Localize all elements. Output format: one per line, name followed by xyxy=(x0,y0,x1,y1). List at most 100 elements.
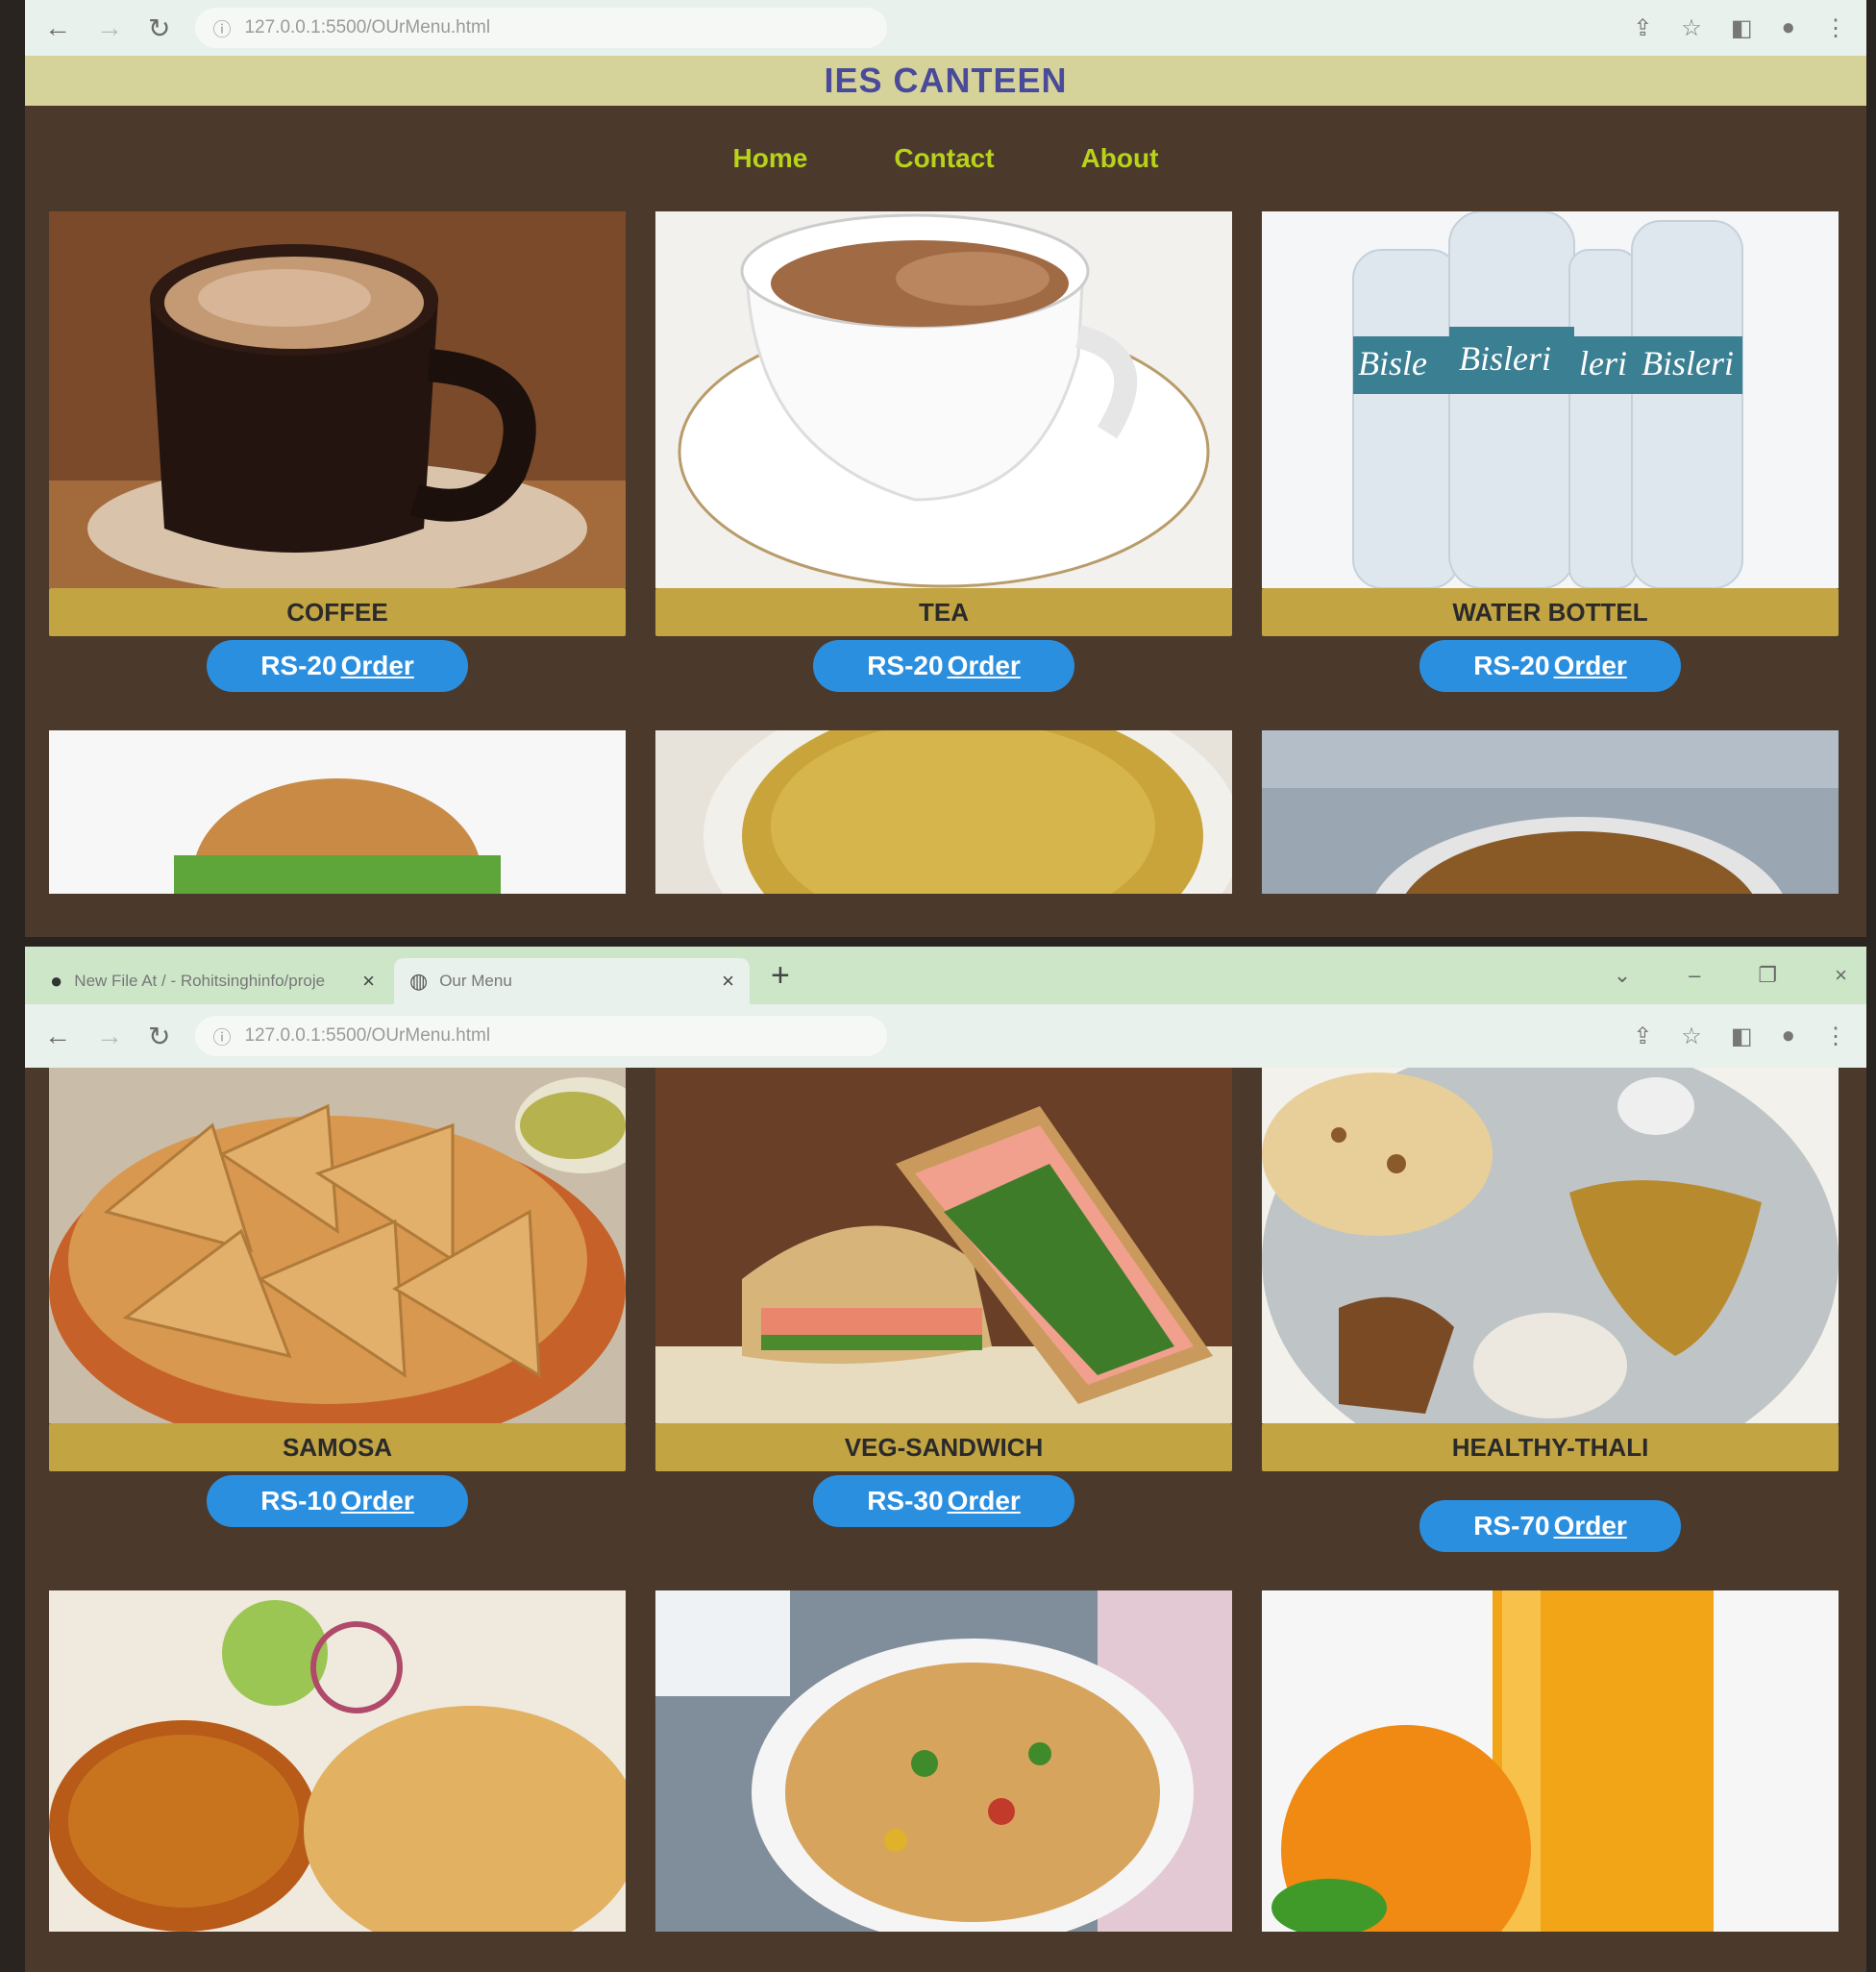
order-button-coffee[interactable]: RS-20 Order xyxy=(207,640,468,692)
new-tab-icon[interactable]: + xyxy=(771,957,790,995)
share-icon[interactable]: ⇪ xyxy=(1633,14,1652,42)
orange-juice-image xyxy=(1262,1590,1839,1932)
nav-bar: Home Contact About xyxy=(25,106,1866,211)
tea-cup-image xyxy=(655,211,1232,588)
chowmein-image xyxy=(1262,730,1839,894)
noodles-image xyxy=(655,730,1232,894)
menu-card-chole-bhature xyxy=(49,1590,626,1932)
menu-icon[interactable]: ⋮ xyxy=(1824,1023,1847,1050)
address-toolbar: ← → ↻ ⓘ 127.0.0.1:5500/OUrMenu.html ⇪ ☆ … xyxy=(25,0,1866,56)
menu-card-samosa: SAMOSA RS-10 Order xyxy=(49,1068,626,1552)
address-text: 127.0.0.1:5500/OUrMenu.html xyxy=(244,1025,491,1046)
sidepanel-icon[interactable]: ◧ xyxy=(1731,14,1753,42)
maximize-icon[interactable]: ❐ xyxy=(1758,963,1777,988)
order-link[interactable]: Order xyxy=(948,651,1021,681)
close-window-icon[interactable]: × xyxy=(1835,963,1847,988)
nav-about-link[interactable]: About xyxy=(1081,143,1159,174)
tab-strip: ● New File At / - Rohitsinghinfo/proje ×… xyxy=(25,947,1866,1004)
reload-icon[interactable]: ↻ xyxy=(148,1021,170,1052)
minimize-icon[interactable]: – xyxy=(1689,963,1700,988)
price-text: RS-20 xyxy=(1473,651,1550,680)
order-link[interactable]: Order xyxy=(948,1486,1021,1516)
close-tab-icon[interactable]: × xyxy=(722,969,734,994)
item-name-label: WATER BOTTEL xyxy=(1262,588,1839,636)
order-link[interactable]: Order xyxy=(1554,1511,1627,1541)
svg-text:leri: leri xyxy=(1579,344,1627,382)
back-icon[interactable]: ← xyxy=(44,12,71,43)
menu-icon[interactable]: ⋮ xyxy=(1824,14,1847,42)
order-link[interactable]: Order xyxy=(1554,651,1627,681)
menu-card-coffee: COFFEE RS-20 Order xyxy=(49,211,626,692)
coffee-cup-image xyxy=(49,211,626,588)
sidepanel-icon[interactable]: ◧ xyxy=(1731,1023,1753,1050)
tab-label: New File At / - Rohitsinghinfo/proje xyxy=(74,972,326,990)
svg-text:Bisleri: Bisleri xyxy=(1642,344,1734,382)
samosa-image xyxy=(49,1068,626,1423)
price-text: RS-70 xyxy=(1473,1511,1550,1541)
tab-github[interactable]: ● New File At / - Rohitsinghinfo/proje × xyxy=(35,958,390,1004)
menu-card-healthy-thali: HEALTHY-THALI RS-70 Order xyxy=(1262,1068,1839,1552)
order-button-water-bottle[interactable]: RS-20 Order xyxy=(1419,640,1681,692)
page-title: IES CANTEEN xyxy=(25,56,1866,106)
reload-icon[interactable]: ↻ xyxy=(148,12,170,44)
svg-text:Bisleri: Bisleri xyxy=(1459,339,1551,378)
github-icon: ● xyxy=(50,969,63,993)
menu-card-pasta-salad xyxy=(655,1590,1232,1932)
star-icon[interactable]: ☆ xyxy=(1681,14,1702,42)
chole-bhature-image xyxy=(49,1590,626,1932)
close-tab-icon[interactable]: × xyxy=(362,969,375,994)
svg-text:Bisle: Bisle xyxy=(1358,344,1427,382)
price-text: RS-10 xyxy=(260,1486,337,1516)
back-icon[interactable]: ← xyxy=(44,1021,71,1051)
globe-icon: ◍ xyxy=(409,969,429,993)
order-button-healthy-thali[interactable]: RS-70 Order xyxy=(1419,1500,1681,1552)
item-name-label: VEG-SANDWICH xyxy=(655,1423,1232,1471)
menu-card-water-bottle: Bisle Bisleri leri Bisleri WATER BOTTEL RS… xyxy=(1262,211,1839,692)
tab-our-menu[interactable]: ◍ Our Menu × xyxy=(394,958,750,1004)
order-button-tea[interactable]: RS-20 Order xyxy=(813,640,1074,692)
menu-card-noodles xyxy=(655,730,1232,894)
sandwich-image xyxy=(655,1068,1232,1423)
price-text: RS-30 xyxy=(867,1486,944,1516)
order-link[interactable]: Order xyxy=(341,1486,414,1516)
profile-avatar-icon[interactable]: ● xyxy=(1782,1023,1796,1050)
share-icon[interactable]: ⇪ xyxy=(1633,1023,1652,1050)
tab-search-icon[interactable]: ⌄ xyxy=(1614,963,1631,988)
info-icon: ⓘ xyxy=(212,19,232,40)
order-link[interactable]: Order xyxy=(341,651,414,681)
nav-home-link[interactable]: Home xyxy=(733,143,808,174)
item-name-label: HEALTHY-THALI xyxy=(1262,1423,1839,1471)
top-browser-window: ← → ↻ ⓘ 127.0.0.1:5500/OUrMenu.html ⇪ ☆ … xyxy=(25,0,1866,937)
menu-card-veg-sandwich: VEG-SANDWICH RS-30 Order xyxy=(655,1068,1232,1552)
address-bar[interactable]: ⓘ 127.0.0.1:5500/OUrMenu.html xyxy=(195,8,888,48)
nav-contact-link[interactable]: Contact xyxy=(894,143,994,174)
address-text: 127.0.0.1:5500/OUrMenu.html xyxy=(244,17,491,37)
forward-icon[interactable]: → xyxy=(96,12,123,43)
menu-grid-row-2 xyxy=(25,730,1866,894)
menu-card-burger xyxy=(49,730,626,894)
burger-image xyxy=(49,730,626,894)
item-name-label: SAMOSA xyxy=(49,1423,626,1471)
item-name-label: COFFEE xyxy=(49,588,626,636)
star-icon[interactable]: ☆ xyxy=(1681,1023,1702,1050)
bottom-browser-window: ● New File At / - Rohitsinghinfo/proje ×… xyxy=(25,947,1866,1972)
profile-avatar-icon[interactable]: ● xyxy=(1782,14,1796,42)
menu-card-chowmein xyxy=(1262,730,1839,894)
item-name-label: TEA xyxy=(655,588,1232,636)
water-bottles-image: Bisle Bisleri leri Bisleri xyxy=(1262,211,1839,588)
order-button-veg-sandwich[interactable]: RS-30 Order xyxy=(813,1475,1074,1527)
address-toolbar: ← → ↻ ⓘ 127.0.0.1:5500/OUrMenu.html ⇪ ☆ … xyxy=(25,1004,1866,1068)
thali-image xyxy=(1262,1068,1839,1423)
pasta-salad-image xyxy=(655,1590,1232,1932)
price-text: RS-20 xyxy=(260,651,337,680)
menu-grid-row-1: COFFEE RS-20 Order TEA RS-20 Order Bisle… xyxy=(25,211,1866,692)
menu-card-tea: TEA RS-20 Order xyxy=(655,211,1232,692)
order-button-samosa[interactable]: RS-10 Order xyxy=(207,1475,468,1527)
menu-grid-row-3: SAMOSA RS-10 Order VEG-SANDWICH RS-30 Or… xyxy=(25,1068,1866,1552)
forward-icon[interactable]: → xyxy=(96,1021,123,1051)
address-bar[interactable]: ⓘ 127.0.0.1:5500/OUrMenu.html xyxy=(195,1016,888,1056)
menu-grid-row-4 xyxy=(25,1590,1866,1932)
info-icon: ⓘ xyxy=(212,1027,232,1048)
menu-card-orange-juice xyxy=(1262,1590,1839,1932)
window-controls: ⌄ – ❐ × xyxy=(1614,963,1866,988)
